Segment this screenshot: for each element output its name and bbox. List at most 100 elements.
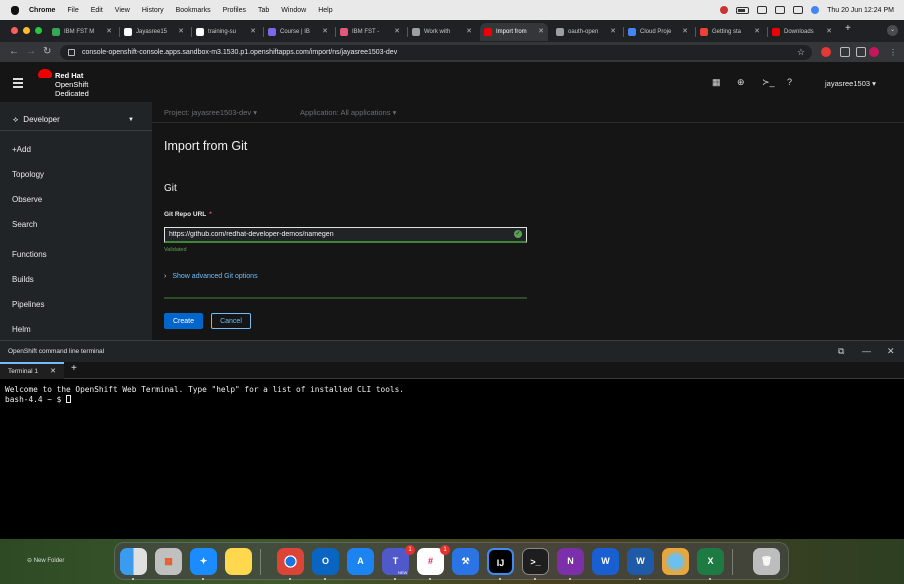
launchpad-icon[interactable]: ▦ xyxy=(155,548,182,575)
project-selector[interactable]: Project: jayasree1503-dev ▾ xyxy=(164,102,257,123)
menu-tab[interactable]: Tab xyxy=(258,7,269,14)
nav-add[interactable]: +Add xyxy=(12,145,31,154)
close-terminal-tab-icon[interactable]: ✕ xyxy=(50,364,56,379)
menu-bookmarks[interactable]: Bookmarks xyxy=(176,7,211,14)
onenote-icon[interactable]: N xyxy=(557,548,584,575)
record-icon[interactable] xyxy=(720,6,729,14)
nav-search[interactable]: Search xyxy=(12,220,37,229)
add-terminal-tab-icon[interactable]: + xyxy=(71,363,77,374)
close-tab-icon[interactable]: ✕ xyxy=(826,27,832,35)
close-tab-icon[interactable]: ✕ xyxy=(754,27,760,35)
battery-icon[interactable] xyxy=(736,6,750,14)
open-in-new-tab-icon[interactable]: ⧉ xyxy=(838,346,844,357)
browser-tab[interactable]: Downloads ✕ xyxy=(768,23,836,41)
browser-tab[interactable]: IBM FST - ✕ xyxy=(336,23,404,41)
close-tab-icon[interactable]: ✕ xyxy=(250,27,256,35)
menu-window[interactable]: Window xyxy=(281,7,306,14)
notes-icon[interactable] xyxy=(225,548,252,575)
nav-observe[interactable]: Observe xyxy=(12,195,42,204)
address-bar[interactable]: console-openshift-console.apps.sandbox-m… xyxy=(60,45,812,60)
close-window-icon[interactable] xyxy=(11,27,18,34)
finder-icon[interactable] xyxy=(120,548,147,575)
close-tab-icon[interactable]: ✕ xyxy=(394,27,400,35)
profile-avatar[interactable] xyxy=(869,47,879,57)
terminal-screen[interactable]: Welcome to the OpenShift Web Terminal. T… xyxy=(0,379,904,539)
intellij-icon[interactable]: IJ xyxy=(487,548,514,575)
browser-tab[interactable]: IBM FST M ✕ xyxy=(48,23,116,41)
nav-topology[interactable]: Topology xyxy=(12,170,44,179)
redhat-logo-icon[interactable] xyxy=(38,69,52,78)
extension-puzzle-icon[interactable] xyxy=(840,47,850,57)
app-launcher-icon[interactable]: ▦ xyxy=(712,77,721,88)
nav-functions[interactable]: Functions xyxy=(12,250,47,259)
chrome-icon[interactable] xyxy=(277,548,304,575)
webex-icon[interactable]: W xyxy=(592,548,619,575)
product-logo[interactable]: Red Hat OpenShift Dedicated xyxy=(55,71,89,98)
apple-menu-icon[interactable] xyxy=(11,5,19,15)
perspective-switcher[interactable]: ⟡ Developer ▼ xyxy=(0,109,152,131)
forward-icon[interactable]: → xyxy=(26,46,36,58)
menu-history[interactable]: History xyxy=(142,7,164,14)
terminal-app-icon[interactable]: >_ xyxy=(522,548,549,575)
application-selector[interactable]: Application: All applications ▾ xyxy=(300,102,396,123)
close-tab-icon[interactable]: ✕ xyxy=(538,27,544,35)
reload-icon[interactable]: ↻ xyxy=(43,46,51,58)
search-icon[interactable] xyxy=(775,6,786,14)
browser-tab[interactable]: Import from ✕ xyxy=(480,23,548,41)
import-plus-icon[interactable]: ⊕ xyxy=(737,77,745,88)
advanced-git-options-toggle[interactable]: › Show advanced Git options xyxy=(164,273,258,280)
close-tab-icon[interactable]: ✕ xyxy=(466,27,472,35)
extension-icon[interactable] xyxy=(821,47,831,57)
new-tab-button[interactable]: + xyxy=(845,23,851,34)
side-panel-icon[interactable] xyxy=(856,47,866,57)
user-menu[interactable]: jayasree1503 ▾ xyxy=(825,79,876,88)
terminal-icon[interactable]: ≻_ xyxy=(762,77,775,88)
browser-tab[interactable]: Getting sta ✕ xyxy=(696,23,764,41)
bookmark-star-icon[interactable]: ☆ xyxy=(797,45,805,60)
browser-tab[interactable]: Cloud Proje ✕ xyxy=(624,23,692,41)
close-drawer-icon[interactable]: ✕ xyxy=(887,346,895,357)
preview-icon[interactable] xyxy=(662,548,689,575)
terminal-tab[interactable]: Terminal 1 ✕ xyxy=(0,362,64,379)
wifi-icon[interactable] xyxy=(757,6,768,14)
word-icon[interactable]: W xyxy=(627,548,654,575)
menu-app-name[interactable]: Chrome xyxy=(29,7,55,14)
minimize-drawer-icon[interactable]: — xyxy=(862,346,871,356)
app-store-icon[interactable]: A xyxy=(347,548,374,575)
minimize-window-icon[interactable] xyxy=(23,27,30,34)
browser-tab[interactable]: Course | IB ✕ xyxy=(264,23,332,41)
menu-view[interactable]: View xyxy=(115,7,130,14)
cancel-button[interactable]: Cancel xyxy=(211,313,251,329)
browser-tab[interactable]: Jayasree15 ✕ xyxy=(120,23,188,41)
safari-icon[interactable]: ✦ xyxy=(190,548,217,575)
help-icon[interactable]: ? xyxy=(787,77,792,87)
nav-pipelines[interactable]: Pipelines xyxy=(12,300,44,309)
new-folder-item[interactable]: ⊖ New Folder xyxy=(27,557,64,564)
back-icon[interactable]: ← xyxy=(9,46,19,58)
close-tab-icon[interactable]: ✕ xyxy=(178,27,184,35)
menu-clock[interactable]: Thu 20 Jun 12:24 PM xyxy=(827,7,894,14)
close-tab-icon[interactable]: ✕ xyxy=(322,27,328,35)
nav-helm[interactable]: Helm xyxy=(12,325,31,334)
excel-icon[interactable]: X xyxy=(697,548,724,575)
create-button[interactable]: Create xyxy=(164,313,203,329)
browser-tab[interactable]: training-su ✕ xyxy=(192,23,260,41)
close-tab-icon[interactable]: ✕ xyxy=(610,27,616,35)
close-tab-icon[interactable]: ✕ xyxy=(682,27,688,35)
siri-icon[interactable] xyxy=(811,6,820,14)
tab-search-button[interactable]: ⌄ xyxy=(887,25,898,36)
nav-builds[interactable]: Builds xyxy=(12,275,34,284)
menu-profiles[interactable]: Profiles xyxy=(223,7,246,14)
chrome-menu-icon[interactable]: ⋮ xyxy=(889,47,897,59)
browser-tab[interactable]: oauth-open ✕ xyxy=(552,23,620,41)
trash-icon[interactable]: 🗑 xyxy=(753,548,780,575)
hamburger-menu-icon[interactable] xyxy=(13,78,23,90)
menu-edit[interactable]: Edit xyxy=(91,7,103,14)
zoom-window-icon[interactable] xyxy=(35,27,42,34)
menu-file[interactable]: File xyxy=(67,7,78,14)
xcode-icon[interactable]: ⚒ xyxy=(452,548,479,575)
browser-tab[interactable]: Work with ✕ xyxy=(408,23,476,41)
close-tab-icon[interactable]: ✕ xyxy=(106,27,112,35)
outlook-icon[interactable]: O xyxy=(312,548,339,575)
control-center-icon[interactable] xyxy=(793,6,804,14)
